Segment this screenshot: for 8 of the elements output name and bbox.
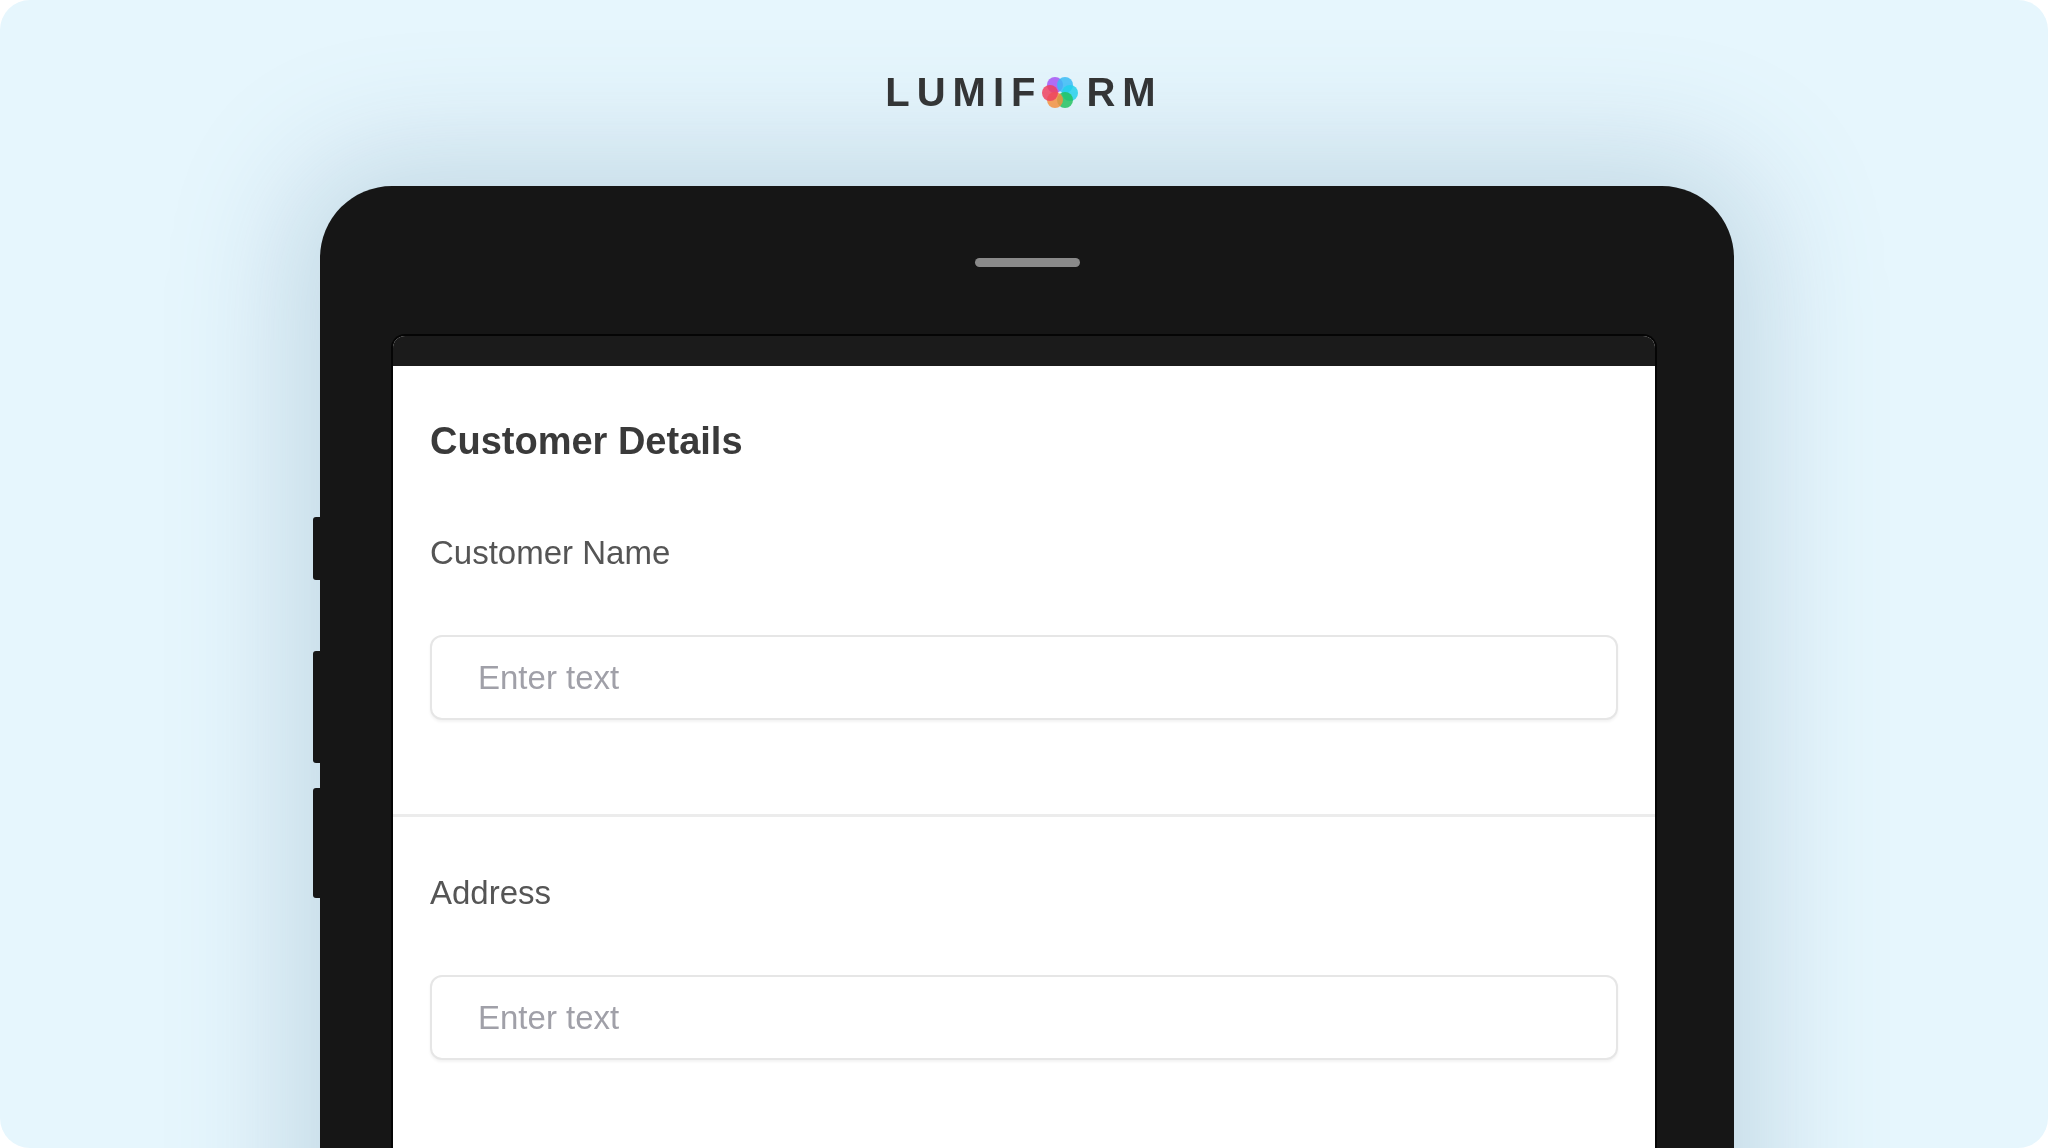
logo-text: RM	[1086, 69, 1163, 115]
logo-text: LUMIF	[885, 69, 1043, 115]
flower-logo-icon	[1042, 77, 1079, 108]
field-label: Customer Name	[430, 533, 672, 573]
field-label: Address	[430, 873, 553, 913]
text-field[interactable]: Enter text	[430, 975, 1618, 1060]
form-title: Customer Details	[430, 419, 744, 464]
text-field[interactable]: Enter text	[430, 635, 1618, 720]
